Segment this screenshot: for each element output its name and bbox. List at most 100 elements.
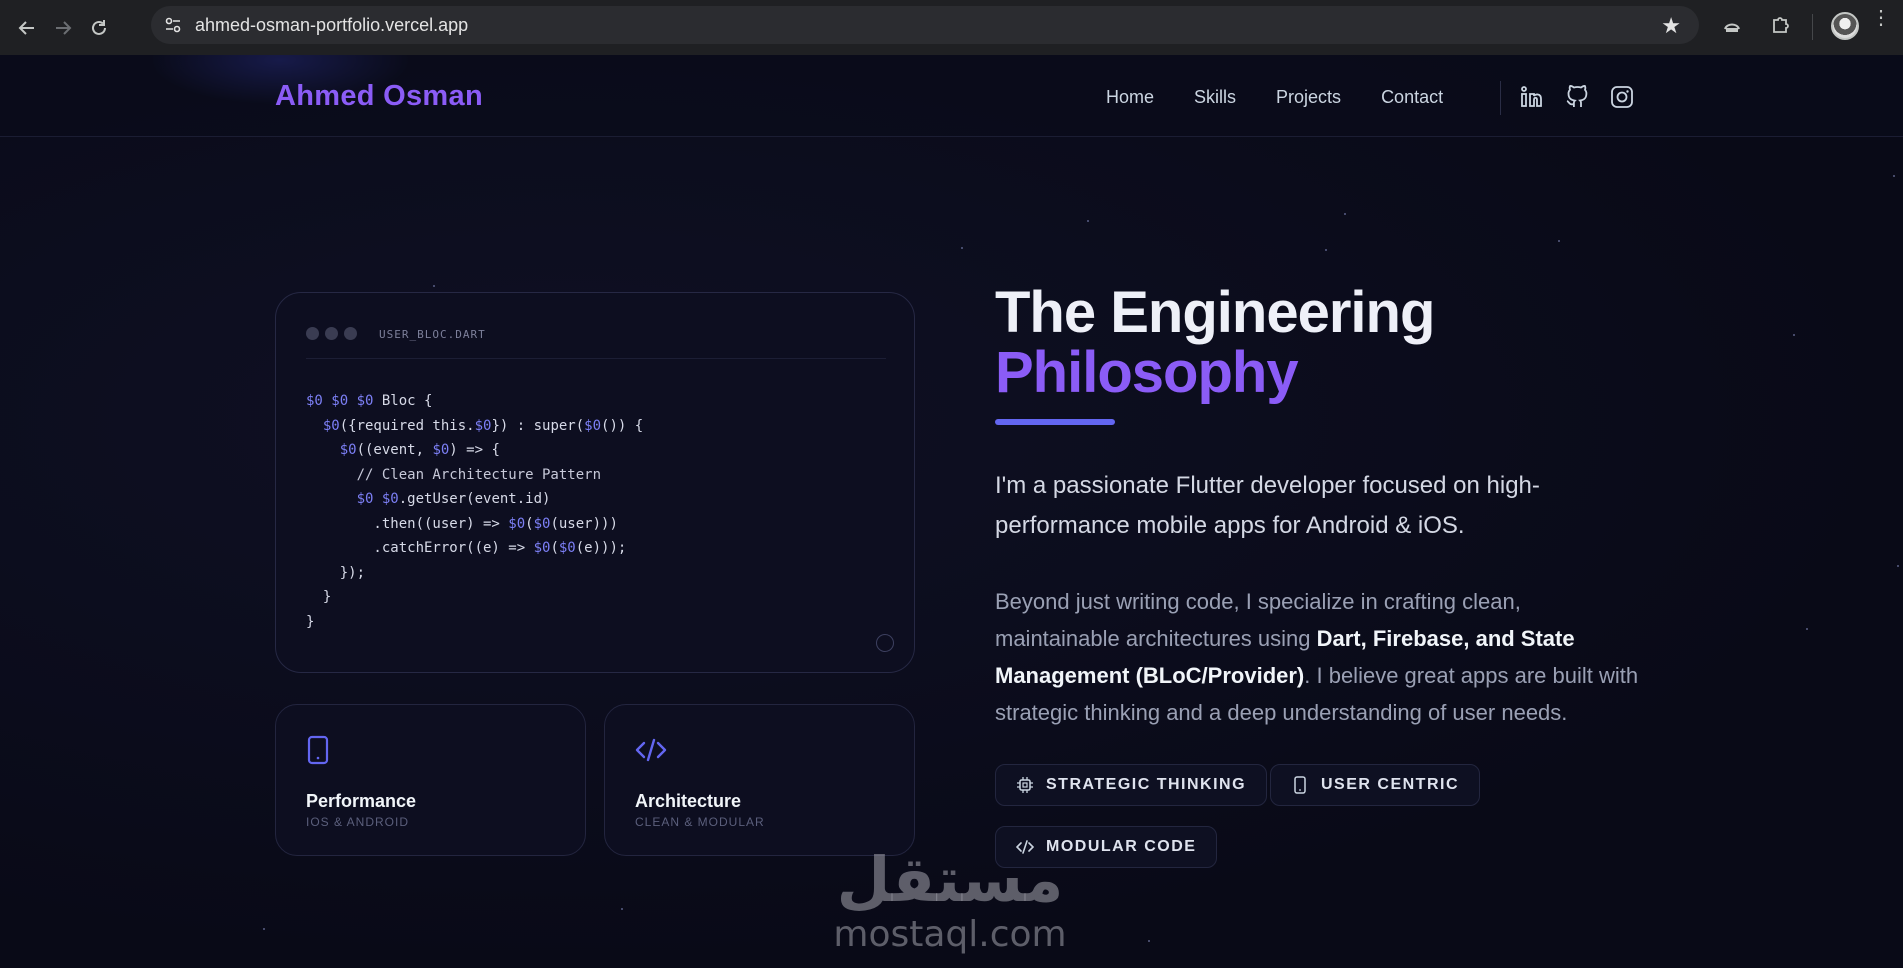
code-token: ((event, [356, 442, 433, 458]
portfolio-page: Ahmed Osman Home Skills Projects Contact… [0, 55, 1903, 968]
code-token: ()) { [601, 417, 644, 434]
star-particle [1558, 240, 1560, 242]
star-particle [263, 928, 265, 930]
code-line: .catchError((e) => $0($0(e))); [306, 536, 643, 561]
star-particle [1793, 334, 1795, 336]
code-token-placeholder: $0 [533, 540, 551, 556]
code-token: .then((user) => [306, 515, 509, 532]
heading-underline [995, 419, 1115, 425]
instagram-icon[interactable] [1608, 83, 1636, 111]
code-token: } [306, 589, 332, 605]
menu-icon[interactable]: ⋮ [1871, 8, 1891, 28]
code-line: $0((event, $0) => { [306, 438, 643, 463]
star-particle [1325, 249, 1327, 251]
tag-label: STRATEGIC THINKING [1046, 776, 1247, 793]
watermark-latin: mostaql.com [833, 914, 1067, 955]
star-particle [1087, 220, 1089, 222]
window-dot [325, 327, 338, 340]
back-icon[interactable] [9, 10, 45, 46]
code-token: ( [550, 540, 559, 556]
feature-card-architecture: Architecture CLEAN & MODULAR [604, 704, 915, 856]
code-token-placeholder: $0 [558, 540, 576, 556]
code-token-placeholder: $0 [508, 515, 526, 532]
code-line: .then((user) => $0($0(user))) [306, 512, 643, 537]
chip-icon [1016, 776, 1034, 794]
tag-strategic-thinking: STRATEGIC THINKING [995, 764, 1268, 806]
reload-icon[interactable] [81, 10, 117, 46]
code-token-placeholder: $0 [432, 442, 450, 458]
code-token: // Clean Architecture Pattern [306, 466, 602, 483]
code-token-placeholder: $0 [322, 417, 340, 434]
code-token: .getUser(event.id) [398, 491, 551, 507]
code-token: }) : super( [491, 417, 585, 434]
star-particle [961, 247, 963, 249]
star-particle [1344, 213, 1346, 215]
star-particle [1148, 940, 1150, 942]
star-particle [1806, 628, 1808, 630]
forward-icon[interactable] [45, 10, 81, 46]
star-particle [1893, 175, 1895, 177]
code-icon [635, 735, 667, 765]
nav-skills[interactable]: Skills [1194, 87, 1236, 108]
code-line: $0 $0 $0 Bloc { [306, 389, 643, 414]
window-dot [306, 327, 319, 340]
nav-divider [1500, 81, 1501, 115]
code-token-placeholder: $0 [339, 442, 357, 458]
section-heading: The Engineering [995, 280, 1435, 345]
url-text[interactable]: ahmed-osman-portfolio.vercel.app [195, 15, 468, 36]
code-token: } [306, 613, 315, 630]
section-heading-highlight: Philosophy [995, 340, 1299, 405]
browser-toolbar: ahmed-osman-portfolio.vercel.app ★ ⋮ [0, 0, 1903, 55]
toolbar-divider [1812, 14, 1813, 40]
code-token-placeholder: $0 [533, 515, 551, 532]
bookmark-star-icon[interactable]: ★ [1661, 13, 1681, 39]
smartphone-icon [1291, 776, 1309, 794]
check-circle-icon [876, 634, 894, 652]
star-particle [621, 908, 623, 910]
github-icon[interactable] [1563, 83, 1591, 111]
code-token: ) => { [449, 442, 500, 458]
code-token-placeholder: $0 [474, 417, 492, 434]
feature-title: Architecture [635, 791, 742, 811]
site-header: Ahmed Osman Home Skills Projects Contact [0, 55, 1903, 137]
code-divider [306, 358, 886, 359]
nav-projects[interactable]: Projects [1276, 87, 1341, 108]
code-line: // Clean Architecture Pattern [306, 463, 643, 488]
code-editor-card: USER_BLOC.DART $0 $0 $0 Bloc { $0({requi… [275, 292, 915, 673]
nav-home[interactable]: Home [1106, 87, 1154, 108]
body-paragraph: Beyond just writing code, I specialize i… [995, 583, 1645, 731]
code-token-placeholder: $0 [584, 417, 602, 434]
profile-avatar[interactable] [1831, 12, 1859, 40]
tag-user-centric: USER CENTRIC [1270, 764, 1481, 806]
puzzle-icon[interactable] [1765, 10, 1795, 40]
code-token-placeholder: $0 $0 [356, 491, 399, 507]
address-bar[interactable]: ahmed-osman-portfolio.vercel.app ★ [151, 6, 1699, 44]
lead-paragraph: I'm a passionate Flutter developer focus… [995, 472, 1540, 539]
main-nav: Home Skills Projects Contact [1106, 87, 1443, 108]
code-line: } [306, 585, 643, 610]
feature-title: Performance [306, 791, 417, 811]
site-settings-icon[interactable] [159, 11, 187, 39]
code-token-placeholder: $0 $0 $0 [306, 393, 374, 409]
linkedin-icon[interactable] [1518, 83, 1546, 111]
code-snippet: $0 $0 $0 Bloc { $0({required this.$0}) :… [306, 389, 643, 634]
code-line: } [306, 610, 643, 635]
code-line: $0({required this.$0}) : super($0()) { [306, 414, 643, 439]
watermark-arabic: مستقل [836, 843, 1064, 916]
tag-label: USER CENTRIC [1321, 776, 1460, 793]
feature-card-performance: Performance IOS & ANDROID [275, 704, 586, 856]
code-token: (user))) [550, 515, 618, 532]
nav-contact[interactable]: Contact [1381, 87, 1443, 108]
feature-subtitle: CLEAN & MODULAR [635, 815, 765, 829]
site-logo[interactable]: Ahmed Osman [275, 80, 483, 113]
window-dot [344, 327, 357, 340]
smartphone-icon [306, 735, 332, 765]
code-token: ({required this. [339, 417, 475, 434]
code-line: $0 $0.getUser(event.id) [306, 487, 643, 512]
mostaql-watermark: مستقل mostaql.com [830, 845, 1070, 965]
extension-icon[interactable] [1717, 10, 1747, 40]
code-token: ( [525, 515, 534, 532]
